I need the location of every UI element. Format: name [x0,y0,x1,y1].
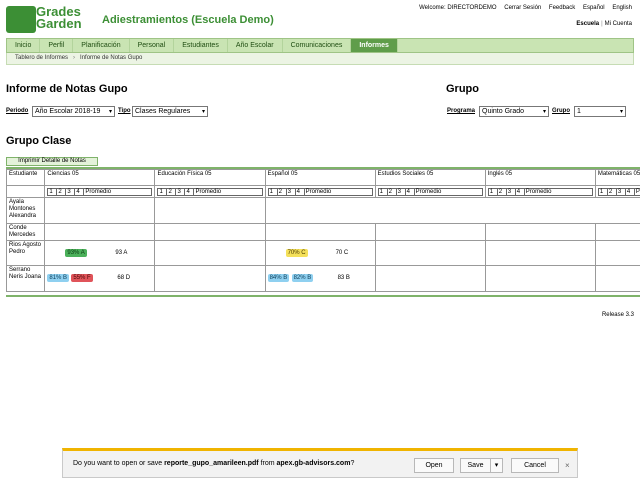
table-row: Ayala Montones Alexandra [6,197,640,224]
type-select[interactable]: Clases Regulares ▾ [132,106,208,117]
group-select[interactable]: 1 ▾ [574,106,626,117]
grade-badge[interactable]: 93% A [65,249,87,257]
grade-badge[interactable]: 81% B [47,274,70,282]
tab-informes[interactable]: Informes [351,39,398,52]
period-columns: 1234Promedio [594,185,640,198]
download-message: Do you want to open or save reporte_gupo… [73,460,355,467]
subject-header: Español 05 [264,169,376,186]
tab-personal[interactable]: Personal [130,39,175,52]
group-label: Grupo [552,108,570,114]
main-nav: Inicio Perfil Planificación Personal Est… [6,38,634,53]
chevron-down-icon: ▾ [108,109,112,115]
open-button[interactable]: Open [414,458,454,473]
period-columns: 1234Promedio [44,185,156,198]
grade-badge[interactable]: 70% C [285,249,308,257]
release-version: Release 3.3 [601,312,634,318]
download-bar: Do you want to open or save reporte_gupo… [62,448,578,478]
subject-header: Educación Física 05 [154,169,266,186]
chevron-down-icon: ▾ [201,109,205,115]
link-separator: | [601,21,603,27]
welcome-text: Welcome: DIRECTORDEMO [419,5,497,11]
class-group-title: Grupo Clase [6,135,72,147]
grades-garden-logo[interactable]: Grades Garden [6,4,94,33]
table-row: Rios Agosto Pedro 93% A 93 A 70% C 70 C [6,240,640,266]
tab-estudiantes[interactable]: Estudiantes [174,39,228,52]
student-name: Conde Mercedes [6,223,46,241]
logo-text: Grades Garden [36,4,82,31]
program-label: Programa [447,108,476,114]
table-row: Serrano Neris Joana 81% B 55% F 68 D 84%… [6,265,640,292]
leaf-logo-icon [6,6,36,33]
period-columns: 1234Promedio [264,185,376,198]
tab-inicio[interactable]: Inicio [7,39,41,52]
student-name: Serrano Neris Joana [6,265,46,292]
save-dropdown-icon[interactable]: ▾ [490,458,503,473]
download-filename: reporte_gupo_amarileen.pdf [164,460,259,467]
type-label: Tipo [118,108,131,114]
cancel-button[interactable]: Cancel [511,458,559,473]
close-icon[interactable]: × [565,461,570,470]
period-columns: 1234Promedio [484,185,596,198]
top-links: Welcome: DIRECTORDEMO Cerrar Sesión Feed… [413,5,632,11]
subject-header: Inglés 05 [484,169,596,186]
print-grades-button[interactable]: Imprimir Detalle de Notas [6,157,98,166]
report-title: Informe de Notas Gupo [6,83,128,95]
app-title: Adiestramientos (Escuela Demo) [102,14,274,26]
grade-average: 70 C [335,250,349,256]
sub-links: Escuela | Mi Cuenta [576,21,632,27]
school-link[interactable]: Escuela [576,21,599,27]
grades-table-wrap: Estudiante Ciencias 05 Educación Física … [6,167,640,297]
subject-header: Ciencias 05 [44,169,156,186]
tab-perfil[interactable]: Perfil [40,39,74,52]
chevron-down-icon: ▾ [542,109,546,115]
tab-comunicaciones[interactable]: Comunicaciones [283,39,352,52]
group-title: Grupo [446,83,479,95]
grade-badge[interactable]: 55% F [71,274,93,282]
tab-planificacion[interactable]: Planificación [73,39,130,52]
student-name: Rios Agosto Pedro [6,240,46,266]
period-columns: 1234Promedio [154,185,266,198]
grade-average: 93 A [115,250,128,256]
grade-average: 68 D [117,275,131,281]
feedback-link[interactable]: Feedback [549,5,575,11]
breadcrumb-root[interactable]: Tablero de Informes [15,55,68,61]
program-select[interactable]: Quinto Grado ▾ [479,106,549,117]
save-button[interactable]: Save [460,458,491,473]
period-label: Periodo [6,108,29,114]
breadcrumb: Tablero de Informes › Informe de Notas Gup… [6,53,634,65]
chevron-down-icon: ▾ [619,109,623,115]
period-select[interactable]: Año Escolar 2018-19 ▾ [32,106,115,117]
grades-table: Estudiante Ciencias 05 Educación Física … [6,169,640,292]
breadcrumb-current: Informe de Notas Gupo [80,55,143,61]
grade-badge[interactable]: 82% B [291,274,314,282]
grade-average: 83 B [337,275,350,281]
tab-ano-escolar[interactable]: Año Escolar [228,39,283,52]
breadcrumb-arrow-icon: › [73,55,76,61]
lang-es-link[interactable]: Español [583,5,605,11]
subject-header: Matemáticas 05 [594,169,640,186]
logout-link[interactable]: Cerrar Sesión [504,5,541,11]
lang-en-link[interactable]: English [612,5,632,11]
account-link[interactable]: Mi Cuenta [605,21,632,27]
table-row: Conde Mercedes [6,223,640,241]
period-columns: 1234Promedio [374,185,486,198]
student-header: Estudiante [6,169,46,186]
grade-badge[interactable]: 84% B [267,274,290,282]
download-domain: apex.gb-advisors.com [276,460,351,467]
subject-header: Estudios Sociales 05 [374,169,486,186]
student-name: Ayala Montones Alexandra [6,197,46,224]
